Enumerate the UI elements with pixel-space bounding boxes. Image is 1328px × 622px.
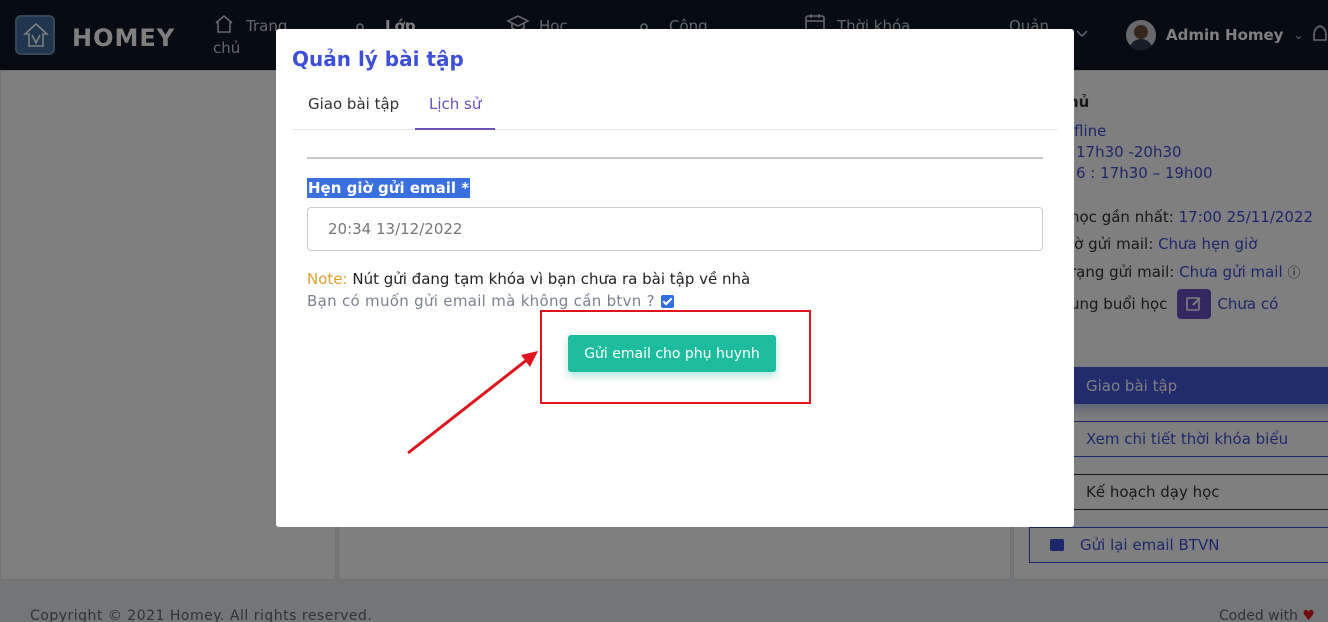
send-without-homework-checkbox[interactable] [660, 294, 674, 308]
note-label: Note: [307, 270, 348, 288]
homework-modal: Quản lý bài tập Giao bài tập Lịch sử Hẹn… [276, 29, 1074, 527]
note-text: Nút gửi đang tạm khóa vì bạn chưa ra bài… [352, 270, 751, 288]
section-divider [307, 157, 1043, 159]
note-message: Note: Nút gửi đang tạm khóa vì bạn chưa … [307, 270, 750, 288]
schedule-datetime-input[interactable] [307, 207, 1043, 251]
tab-assign[interactable]: Giao bài tập [308, 95, 399, 130]
schedule-email-label: Hẹn giờ gửi email * [307, 178, 471, 198]
send-without-homework-question: Bạn có muốn gửi email mà không cần btvn … [307, 292, 674, 310]
tab-history[interactable]: Lịch sử [415, 95, 495, 130]
modal-tabs: Giao bài tập Lịch sử [292, 89, 1058, 130]
highlight-box [540, 310, 811, 404]
question-text: Bạn có muốn gửi email mà không cần btvn … [307, 292, 655, 310]
modal-title: Quản lý bài tập [292, 47, 464, 71]
arrow-icon [407, 351, 538, 455]
